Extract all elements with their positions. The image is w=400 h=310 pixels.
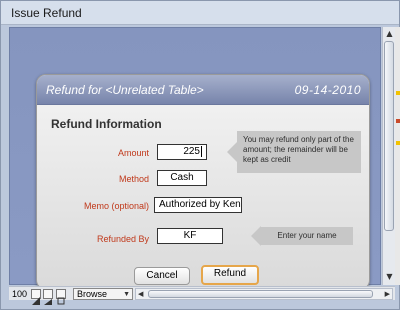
- background-mark: [396, 119, 400, 123]
- refunded-by-field[interactable]: KF: [157, 228, 223, 244]
- vertical-scroll-thumb[interactable]: [384, 41, 394, 231]
- vertical-scrollbar[interactable]: ▲ ▼: [382, 27, 395, 285]
- memo-field[interactable]: Authorized by Ken: [154, 197, 242, 213]
- content-area: Refund for <Unrelated Table> 09-14-2010 …: [9, 27, 381, 290]
- left-arrow-icon[interactable]: ◀: [138, 290, 143, 298]
- zoom-in-icon[interactable]: [43, 289, 53, 305]
- amount-field[interactable]: 225: [157, 144, 207, 160]
- zoom-level[interactable]: 100: [12, 288, 30, 300]
- down-arrow-icon[interactable]: ▼: [385, 272, 394, 281]
- memo-label: Memo (optional): [83, 201, 149, 211]
- background-mark: [396, 91, 400, 95]
- refunded-by-label: Refunded By: [96, 234, 149, 244]
- chevron-down-icon: ▼: [123, 291, 130, 298]
- horizontal-scroll-thumb[interactable]: [148, 290, 373, 298]
- issue-refund-window: Issue Refund Refund for <Unrelated Table…: [0, 0, 400, 310]
- method-label: Method: [118, 174, 149, 184]
- amount-value: 225: [183, 146, 200, 158]
- amount-label: Amount: [117, 148, 149, 158]
- method-field[interactable]: Cash: [157, 170, 207, 186]
- up-arrow-icon[interactable]: ▲: [385, 29, 394, 38]
- status-bar: 100 Browse ▼ ◀ ▶: [9, 286, 395, 305]
- dialog-header: Refund for <Unrelated Table> 09-14-2010: [37, 75, 369, 105]
- mode-value: Browse: [77, 289, 108, 299]
- layout-icon[interactable]: [56, 289, 66, 305]
- horizontal-scrollbar[interactable]: ◀ ▶: [135, 288, 393, 300]
- amount-hint: You may refund only part of the amount; …: [227, 131, 361, 173]
- refund-button[interactable]: Refund: [201, 265, 259, 285]
- refund-for-title: Refund for <Unrelated Table>: [46, 83, 204, 97]
- window-title: Issue Refund: [11, 6, 82, 20]
- background-mark: [396, 141, 400, 145]
- refund-date: 09-14-2010: [294, 83, 361, 97]
- cancel-button[interactable]: Cancel: [134, 267, 190, 285]
- text-caret: [201, 146, 202, 157]
- title-bar: Issue Refund: [1, 1, 399, 25]
- right-arrow-icon[interactable]: ▶: [385, 290, 390, 298]
- mode-select[interactable]: Browse ▼: [73, 288, 133, 300]
- background-app-edge: [395, 27, 400, 285]
- refunded-by-hint: Enter your name: [251, 226, 353, 246]
- refund-dialog-card: Refund for <Unrelated Table> 09-14-2010 …: [36, 74, 370, 290]
- zoom-out-icon[interactable]: [31, 289, 41, 305]
- section-title: Refund Information: [51, 117, 162, 131]
